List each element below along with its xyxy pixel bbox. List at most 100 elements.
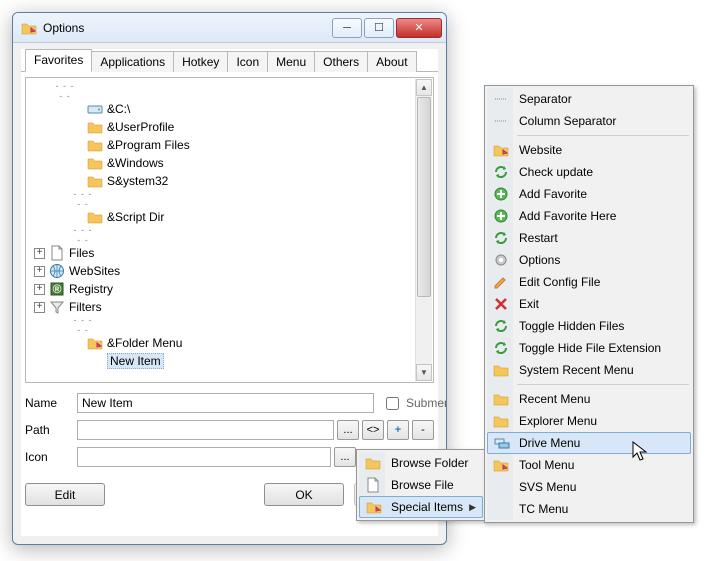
menu-item-toggle-hide-file-extension[interactable]: Toggle Hide File Extension [487, 337, 691, 359]
menu-label: Browse Folder [391, 456, 468, 470]
tab-icon[interactable]: Icon [227, 51, 268, 72]
scroll-down-button[interactable]: ▼ [416, 364, 432, 381]
reg-icon [49, 281, 65, 297]
menu-item-options[interactable]: Options [487, 249, 691, 271]
menu-item-recent-menu[interactable]: Recent Menu [487, 388, 691, 410]
menu-item-exit[interactable]: Exit [487, 293, 691, 315]
menu-item-check-update[interactable]: Check update [487, 161, 691, 183]
menu-item-drive-menu[interactable]: Drive Menu [487, 432, 691, 454]
menu-item-add-favorite[interactable]: Add Favorite [487, 183, 691, 205]
tree-node[interactable]: - - - - - [30, 190, 433, 208]
tree-label: &Windows [107, 156, 164, 170]
menu-label: Website [519, 143, 562, 157]
tree-node[interactable]: - - - - - [30, 316, 433, 334]
maximize-button[interactable]: ☐ [364, 18, 394, 38]
menu-label: Tool Menu [519, 458, 574, 472]
tree-node[interactable]: S&ystem32 [30, 172, 433, 190]
scroll-thumb[interactable] [417, 97, 431, 297]
scroll-up-button[interactable]: ▲ [416, 79, 432, 96]
icon-browse-button[interactable]: ... [334, 447, 356, 467]
tree-label: WebSites [69, 264, 120, 278]
close-button[interactable]: ✕ [396, 18, 442, 38]
folder-icon [493, 391, 509, 407]
menu-item-toggle-hidden-files[interactable]: Toggle Hidden Files [487, 315, 691, 337]
folder-icon [87, 137, 103, 153]
tree-node[interactable]: - - - - - [30, 82, 433, 100]
separator-icon: - - - - - [72, 189, 94, 209]
tree-node[interactable]: +Filters [30, 298, 433, 316]
menu-item-add-favorite-here[interactable]: Add Favorite Here [487, 205, 691, 227]
folder-icon [493, 413, 509, 429]
icon-input[interactable] [77, 447, 331, 467]
edit-button[interactable]: Edit [25, 483, 105, 506]
ok-button[interactable]: OK [264, 483, 344, 506]
expand-icon[interactable]: + [34, 302, 45, 313]
submenu-checkbox[interactable]: Submenu [382, 394, 434, 413]
menu-item-svs-menu[interactable]: SVS Menu [487, 476, 691, 498]
menu-label: TC Menu [519, 502, 568, 516]
foldermenu-icon [493, 142, 509, 158]
path-browse-button[interactable]: ... [337, 420, 359, 440]
menu-label: Check update [519, 165, 593, 179]
drive-icon [87, 101, 103, 117]
minimize-button[interactable]: ─ [332, 18, 362, 38]
tree-node[interactable]: &C:\ [30, 100, 433, 118]
tree-node[interactable]: &UserProfile [30, 118, 433, 136]
filter-icon [49, 299, 65, 315]
expand-icon[interactable]: + [34, 248, 45, 259]
name-input[interactable] [77, 393, 374, 413]
tree-scrollbar[interactable]: ▲ ▼ [415, 79, 432, 381]
path-add-button[interactable]: + [387, 420, 409, 440]
menu-item-browse-folder[interactable]: Browse Folder [359, 452, 483, 474]
menu-item-website[interactable]: Website [487, 139, 691, 161]
menu-item-column-separator[interactable]: Column Separator [487, 110, 691, 132]
tree-label: &Folder Menu [107, 336, 182, 350]
menu-item-tc-menu[interactable]: TC Menu [487, 498, 691, 520]
tree-node[interactable]: + WebSites [30, 262, 433, 280]
titlebar[interactable]: Options ─ ☐ ✕ [13, 13, 446, 43]
tab-menu[interactable]: Menu [267, 51, 315, 72]
file-icon [365, 477, 381, 493]
foldermenu-icon [87, 335, 103, 351]
menu-item-explorer-menu[interactable]: Explorer Menu [487, 410, 691, 432]
tree-node[interactable]: New Item [30, 352, 433, 370]
path-input[interactable] [77, 420, 334, 440]
menu-item-restart[interactable]: Restart [487, 227, 691, 249]
tab-applications[interactable]: Applications [91, 51, 174, 72]
folder-icon [87, 173, 103, 189]
separator-icon: - - - - - [54, 81, 76, 101]
menu-label: Edit Config File [519, 275, 600, 289]
tab-hotkey[interactable]: Hotkey [173, 51, 228, 72]
menu-item-edit-config-file[interactable]: Edit Config File [487, 271, 691, 293]
menu-label: Explorer Menu [519, 414, 597, 428]
tab-favorites[interactable]: Favorites [25, 49, 92, 72]
tree-node[interactable]: &Folder Menu [30, 334, 433, 352]
close-icon [493, 296, 509, 312]
separator-icon: - - - - - [72, 225, 94, 245]
menu-item-separator[interactable]: Separator [487, 88, 691, 110]
path-view-button[interactable]: <> [362, 420, 384, 440]
menu-item-browse-file[interactable]: Browse File [359, 474, 483, 496]
expand-icon[interactable]: + [34, 266, 45, 277]
tab-others[interactable]: Others [314, 51, 368, 72]
path-remove-button[interactable]: - [412, 420, 434, 440]
tree-node[interactable]: &Windows [30, 154, 433, 172]
tree-node[interactable]: &Script Dir [30, 208, 433, 226]
menu-item-tool-menu[interactable]: Tool Menu [487, 454, 691, 476]
menu-label: Special Items [391, 500, 463, 514]
expand-icon[interactable]: + [34, 284, 45, 295]
tree-node[interactable]: +Registry [30, 280, 433, 298]
menu-label: Add Favorite Here [519, 209, 616, 223]
tree-node[interactable]: &Program Files [30, 136, 433, 154]
sep-icon [493, 91, 509, 107]
menu-item-special-items[interactable]: Special Items▶ [359, 496, 483, 518]
tree-label: &Script Dir [107, 210, 164, 224]
tree-node[interactable]: +Files [30, 244, 433, 262]
menu-item-system-recent-menu[interactable]: System Recent Menu [487, 359, 691, 381]
folder-icon [365, 455, 381, 471]
tree-node[interactable]: - - - - - [30, 226, 433, 244]
menu-label: Exit [519, 297, 539, 311]
tab-about[interactable]: About [367, 51, 416, 72]
favorites-tree[interactable]: - - - - -&C:\&UserProfile&Program Files&… [25, 77, 434, 383]
app-icon [21, 20, 37, 36]
